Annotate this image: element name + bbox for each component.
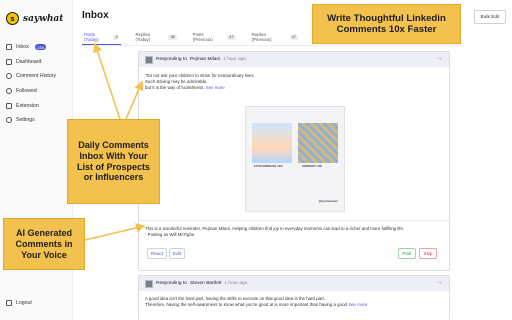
image-signature: @sketchplanator: [318, 200, 338, 203]
open-post-arrow-icon[interactable]: →: [436, 55, 443, 62]
tab-count: 47: [227, 34, 236, 40]
inbox-icon: [6, 44, 12, 51]
react-button[interactable]: React: [147, 248, 167, 259]
extension-icon: [6, 102, 12, 109]
sidebar-item-label: Inbox: [16, 44, 29, 51]
arrow-daily-to-tabs: [92, 42, 121, 120]
tabs-divider: [82, 45, 462, 46]
responding-label: Responding to: [156, 57, 187, 62]
dashboard-icon: [6, 58, 12, 65]
tab-label: Replies (Today): [135, 32, 151, 42]
brand-name: saywhat: [23, 13, 64, 24]
edit-button[interactable]: Edit: [169, 248, 185, 259]
callout-linkedin-comments: Write Thoughtful Linkedin Comments 10x F…: [312, 4, 461, 44]
followed-icon: [6, 88, 12, 95]
tab-replies-previous[interactable]: Replies (Previous) 47: [250, 29, 300, 45]
author-name[interactable]: Pejman Milani: [190, 57, 220, 62]
sidebar-item-settings[interactable]: Settings: [0, 113, 73, 128]
sidebar-item-inbox[interactable]: Inbox 248: [0, 40, 73, 55]
callout-daily-inbox: Daily Comments Inbox With Your List of P…: [67, 119, 160, 204]
tab-posts-today[interactable]: Posts (Today) 3: [82, 29, 122, 45]
brand-logo-icon: s: [6, 12, 19, 25]
post-text: "Do not ask your children to strive for …: [145, 73, 435, 91]
logout-icon: [6, 300, 12, 306]
skip-button[interactable]: Skip: [419, 248, 437, 259]
tab-label: Posts (Today): [84, 32, 99, 42]
post-line: Therefore, having the self-awareness to …: [145, 302, 445, 308]
tab-posts-previous[interactable]: Posts (Previous) 47: [191, 29, 238, 45]
tab-replies-today[interactable]: Replies (Today) 38: [133, 29, 178, 45]
reply-signature: - Posting as Will McTighe: [145, 232, 195, 237]
post-time: 1 hour ago: [224, 281, 248, 286]
card-header: Responding to Pejman Milani 1 hour ago →: [139, 52, 449, 67]
sidebar-item-dashboard[interactable]: Dashboard: [0, 55, 73, 70]
ordinary-life-illustration: [298, 123, 338, 163]
logout-button[interactable]: Logout: [6, 300, 32, 306]
page-title: Inbox: [82, 10, 109, 21]
sidebar-item-label: Settings: [16, 117, 35, 124]
history-icon: [6, 73, 12, 80]
sidebar-item-label: Followed: [16, 88, 37, 95]
inbox-tabs: Posts (Today) 3 Replies (Today) 38 Posts…: [82, 29, 312, 45]
post-button[interactable]: Post: [398, 248, 416, 259]
bulk-edit-button[interactable]: Bulk Edit: [474, 10, 506, 24]
tab-count: 47: [289, 34, 298, 40]
extraordinary-life-illustration: [252, 123, 292, 163]
see-more-link[interactable]: See more: [206, 85, 225, 90]
generated-reply[interactable]: This is a wonderful reminder, Pejman Mil…: [145, 226, 445, 238]
tab-count: 38: [168, 34, 177, 40]
gear-icon: [6, 117, 12, 124]
tab-label: Replies (Previous): [251, 32, 272, 42]
inbox-count-badge: 248: [34, 44, 47, 51]
post-card: Responding to Pejman Milani 1 hour ago →…: [138, 51, 450, 271]
tab-label: Posts (Previous): [192, 32, 213, 42]
post-line-text: but it is the way of foolishness.: [145, 85, 205, 90]
avatar: [145, 55, 153, 64]
callout-ai-comments: AI Generated Comments in Your Voice: [3, 218, 85, 270]
see-more-link[interactable]: See more: [348, 302, 367, 307]
post-line: but it is the way of foolishness. See mo…: [145, 85, 435, 91]
arrow-ai-to-reply: [84, 223, 146, 241]
post-line-text: Therefore, having the self-awareness to …: [145, 302, 347, 307]
sidebar: s saywhat Inbox 248 Dashboard Comment Hi…: [0, 0, 73, 320]
card-divider: [139, 220, 449, 221]
author-name[interactable]: Steven Bartlett: [190, 281, 221, 286]
open-post-arrow-icon[interactable]: →: [436, 279, 443, 286]
sidebar-item-comment-history[interactable]: Comment History: [0, 69, 73, 84]
logout-label: Logout: [16, 300, 32, 306]
post-text: A good idea isn't the hard part, having …: [145, 296, 445, 308]
tab-count: 3: [113, 34, 120, 40]
post-image[interactable]: EXTRAORDINARY LIFE ORDINARY LIFE @sketch…: [245, 106, 345, 212]
sidebar-item-label: Comment History: [16, 73, 57, 80]
sidebar-item-label: Extension: [16, 102, 39, 109]
responding-label: Responding to: [156, 281, 187, 286]
sidebar-nav: Inbox 248 Dashboard Comment History Foll…: [0, 40, 73, 128]
post-time: 1 hour ago: [223, 57, 247, 62]
image-caption-left: EXTRAORDINARY LIFE: [254, 165, 283, 168]
avatar: [145, 279, 153, 288]
sidebar-item-followed[interactable]: Followed: [0, 84, 73, 99]
post-card: Responding to Steven Bartlett 1 hour ago…: [138, 275, 450, 320]
card-header: Responding to Steven Bartlett 1 hour ago…: [139, 276, 449, 291]
brand[interactable]: s saywhat: [6, 12, 63, 25]
image-caption-right: ORDINARY LIFE: [302, 165, 323, 168]
sidebar-item-extension[interactable]: Extension: [0, 98, 73, 113]
sidebar-item-label: Dashboard: [16, 58, 42, 65]
